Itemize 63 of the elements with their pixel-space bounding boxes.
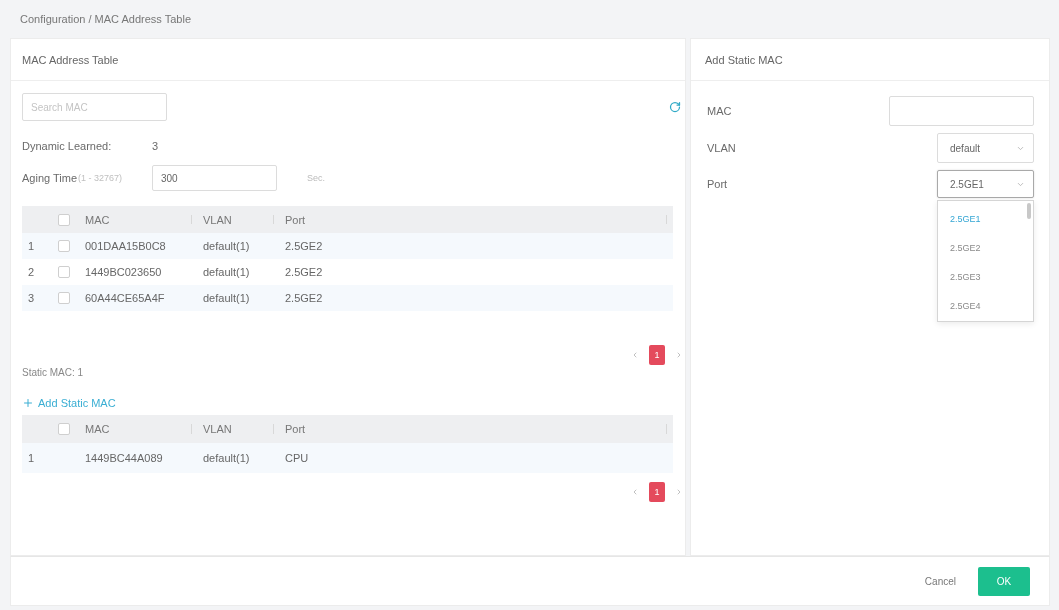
dropdown-select[interactable]: 2.5GE1: [937, 170, 1034, 198]
checkbox[interactable]: [58, 423, 70, 435]
table-cell-text: 60A44CE65A4F: [84, 292, 166, 304]
row-number: 3: [27, 292, 36, 304]
info-label: Dynamic Learned:: [22, 140, 113, 152]
panel-title: Add Static MAC: [705, 53, 783, 66]
chevron-right-icon: [675, 488, 683, 496]
column-header: Port: [285, 423, 306, 435]
field-label: Port: [707, 178, 728, 190]
chevron-left-icon: [631, 488, 639, 496]
page-button[interactable]: 1: [649, 482, 665, 502]
row-number: 2: [27, 266, 36, 278]
unit-label: Sec.: [307, 173, 325, 183]
table-cell-text: 001DAA15B0C8: [84, 240, 167, 252]
checkbox[interactable]: [58, 240, 70, 252]
column-header: MAC: [85, 213, 110, 226]
row-number: 1: [27, 452, 36, 464]
dropdown-option[interactable]: 2.5GE4: [938, 291, 1033, 320]
checkbox[interactable]: [58, 213, 70, 226]
table-cell-text: default(1): [202, 240, 251, 252]
breadcrumb: Configuration / MAC Address Table: [20, 13, 191, 25]
table-cell-text: default(1): [202, 292, 251, 304]
prev-page-button[interactable]: [631, 488, 639, 496]
prev-page-button[interactable]: [631, 351, 639, 359]
field-label: MAC: [707, 105, 732, 117]
table-cell-text: 2.5GE2: [284, 266, 324, 278]
info-label: Aging Time: [22, 172, 78, 184]
aging-time-input[interactable]: 300: [152, 165, 277, 191]
table-cell-text: 1449BC44A089: [84, 452, 164, 464]
search-field[interactable]: Search MAC: [22, 93, 167, 121]
scrollbar[interactable]: [1027, 203, 1031, 219]
table-cell-text: default(1): [202, 452, 251, 464]
chevron-left-icon: [631, 351, 639, 359]
dropdown-option[interactable]: 2.5GE3: [938, 262, 1033, 291]
table-cell-text: 2.5GE2: [284, 292, 324, 304]
table-cell-text: CPU: [284, 452, 310, 464]
info-value: 3: [152, 140, 159, 152]
table-cell-text: default(1): [202, 266, 251, 278]
column-header: MAC: [85, 423, 110, 435]
add-link[interactable]: Add Static MAC: [22, 397, 116, 409]
text-input[interactable]: [889, 96, 1034, 126]
cancel-button[interactable]: Cancel: [922, 566, 958, 596]
field-label: VLAN: [707, 142, 736, 154]
panel-title: MAC Address Table: [22, 53, 119, 66]
checkbox[interactable]: [58, 266, 70, 278]
dropdown-select[interactable]: default: [937, 133, 1034, 163]
plus-icon: [22, 397, 34, 409]
refresh-icon[interactable]: [669, 101, 681, 113]
column-header: Port: [285, 213, 306, 226]
next-page-button[interactable]: [675, 351, 683, 359]
dropdown-option[interactable]: 2.5GE1: [938, 204, 1033, 233]
chevron-right-icon: [675, 351, 683, 359]
row-number: 1: [27, 240, 36, 252]
dropdown-option[interactable]: 2.5GE2: [938, 233, 1033, 262]
ok-button[interactable]: OK: [978, 566, 1030, 596]
checkbox[interactable]: [58, 292, 70, 304]
column-header: VLAN: [203, 423, 232, 435]
column-header: VLAN: [203, 213, 232, 226]
next-page-button[interactable]: [675, 488, 683, 496]
page-button[interactable]: 1: [649, 345, 665, 365]
table-cell-text: 1449BC023650: [84, 266, 163, 278]
table-cell-text: 2.5GE2: [284, 240, 324, 252]
static-count: Static MAC: 1: [22, 366, 84, 380]
